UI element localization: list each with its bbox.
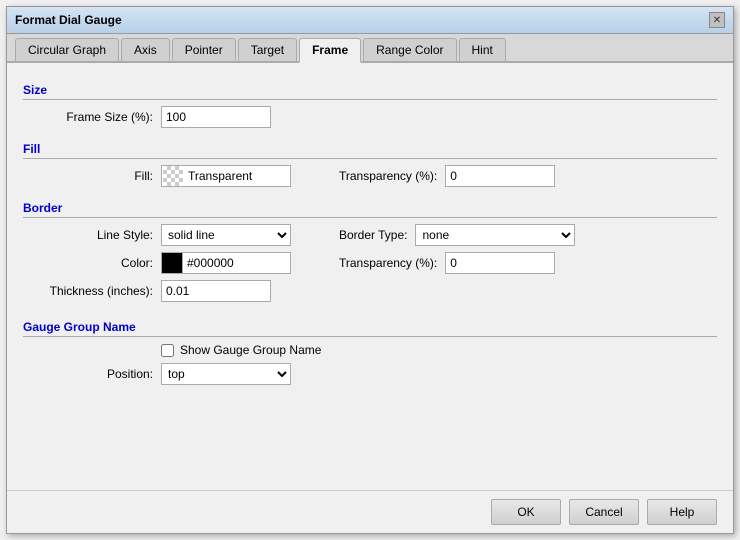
color-picker-group[interactable] bbox=[161, 252, 291, 274]
color-swatch[interactable] bbox=[161, 252, 183, 274]
border-type-label: Border Type: bbox=[339, 228, 407, 242]
color-label: Color: bbox=[23, 256, 153, 270]
tab-range-color[interactable]: Range Color bbox=[363, 38, 456, 61]
show-gauge-group-label: Show Gauge Group Name bbox=[180, 343, 321, 357]
format-dial-gauge-dialog: Format Dial Gauge ✕ Circular Graph Axis … bbox=[6, 6, 734, 534]
position-row: Position: top bottom left right bbox=[23, 363, 717, 385]
dialog-title: Format Dial Gauge bbox=[15, 13, 122, 27]
fill-value-text: Transparent bbox=[184, 169, 252, 183]
cancel-button[interactable]: Cancel bbox=[569, 499, 639, 525]
color-hex-input[interactable] bbox=[183, 252, 291, 274]
size-separator bbox=[23, 99, 717, 100]
close-button[interactable]: ✕ bbox=[709, 12, 725, 28]
ok-button[interactable]: OK bbox=[491, 499, 561, 525]
fill-transparency-group: Transparency (%): bbox=[339, 165, 555, 187]
line-style-select[interactable]: solid line dashed line dotted line none bbox=[161, 224, 291, 246]
gauge-group-header: Gauge Group Name bbox=[23, 320, 717, 334]
dialog-content: Size Frame Size (%): Fill Fill: Transpar… bbox=[7, 63, 733, 490]
fill-section-header: Fill bbox=[23, 142, 717, 156]
tab-hint[interactable]: Hint bbox=[459, 38, 506, 61]
help-button[interactable]: Help bbox=[647, 499, 717, 525]
tab-frame[interactable]: Frame bbox=[299, 38, 361, 63]
fill-transparency-label: Transparency (%): bbox=[339, 169, 437, 183]
fill-separator bbox=[23, 158, 717, 159]
show-gauge-group-row: Show Gauge Group Name bbox=[161, 343, 717, 357]
thickness-input[interactable] bbox=[161, 280, 271, 302]
gauge-group-section: Gauge Group Name Show Gauge Group Name P… bbox=[23, 312, 717, 391]
gauge-group-separator bbox=[23, 336, 717, 337]
frame-size-label: Frame Size (%): bbox=[23, 110, 153, 124]
position-select[interactable]: top bottom left right bbox=[161, 363, 291, 385]
close-icon: ✕ bbox=[713, 15, 721, 26]
fill-transparency-input[interactable] bbox=[445, 165, 555, 187]
color-row: Color: Transparency (%): bbox=[23, 252, 717, 274]
border-type-select[interactable]: none single double raised sunken bbox=[415, 224, 575, 246]
tab-axis[interactable]: Axis bbox=[121, 38, 170, 61]
tab-bar: Circular Graph Axis Pointer Target Frame… bbox=[7, 34, 733, 63]
position-label: Position: bbox=[23, 367, 153, 381]
frame-size-row: Frame Size (%): bbox=[23, 106, 717, 128]
dialog-footer: OK Cancel Help bbox=[7, 490, 733, 533]
show-gauge-group-checkbox[interactable] bbox=[161, 344, 174, 357]
border-transparency-group: Transparency (%): bbox=[339, 252, 555, 274]
line-style-label: Line Style: bbox=[23, 228, 153, 242]
tab-target[interactable]: Target bbox=[238, 38, 297, 61]
border-separator bbox=[23, 217, 717, 218]
fill-label: Fill: bbox=[23, 169, 153, 183]
border-type-group: Border Type: none single double raised s… bbox=[339, 224, 575, 246]
border-transparency-input[interactable] bbox=[445, 252, 555, 274]
line-style-row: Line Style: solid line dashed line dotte… bbox=[23, 224, 717, 246]
border-section-header: Border bbox=[23, 201, 717, 215]
title-bar: Format Dial Gauge ✕ bbox=[7, 7, 733, 34]
fill-color-box[interactable]: Transparent bbox=[161, 165, 291, 187]
size-section-header: Size bbox=[23, 83, 717, 97]
tab-pointer[interactable]: Pointer bbox=[172, 38, 236, 61]
thickness-label: Thickness (inches): bbox=[23, 284, 153, 298]
fill-row: Fill: Transparent Transparency (%): bbox=[23, 165, 717, 187]
frame-size-input[interactable] bbox=[161, 106, 271, 128]
border-transparency-label: Transparency (%): bbox=[339, 256, 437, 270]
fill-checker-pattern bbox=[163, 166, 183, 186]
thickness-row: Thickness (inches): bbox=[23, 280, 717, 302]
tab-circular-graph[interactable]: Circular Graph bbox=[15, 38, 119, 61]
